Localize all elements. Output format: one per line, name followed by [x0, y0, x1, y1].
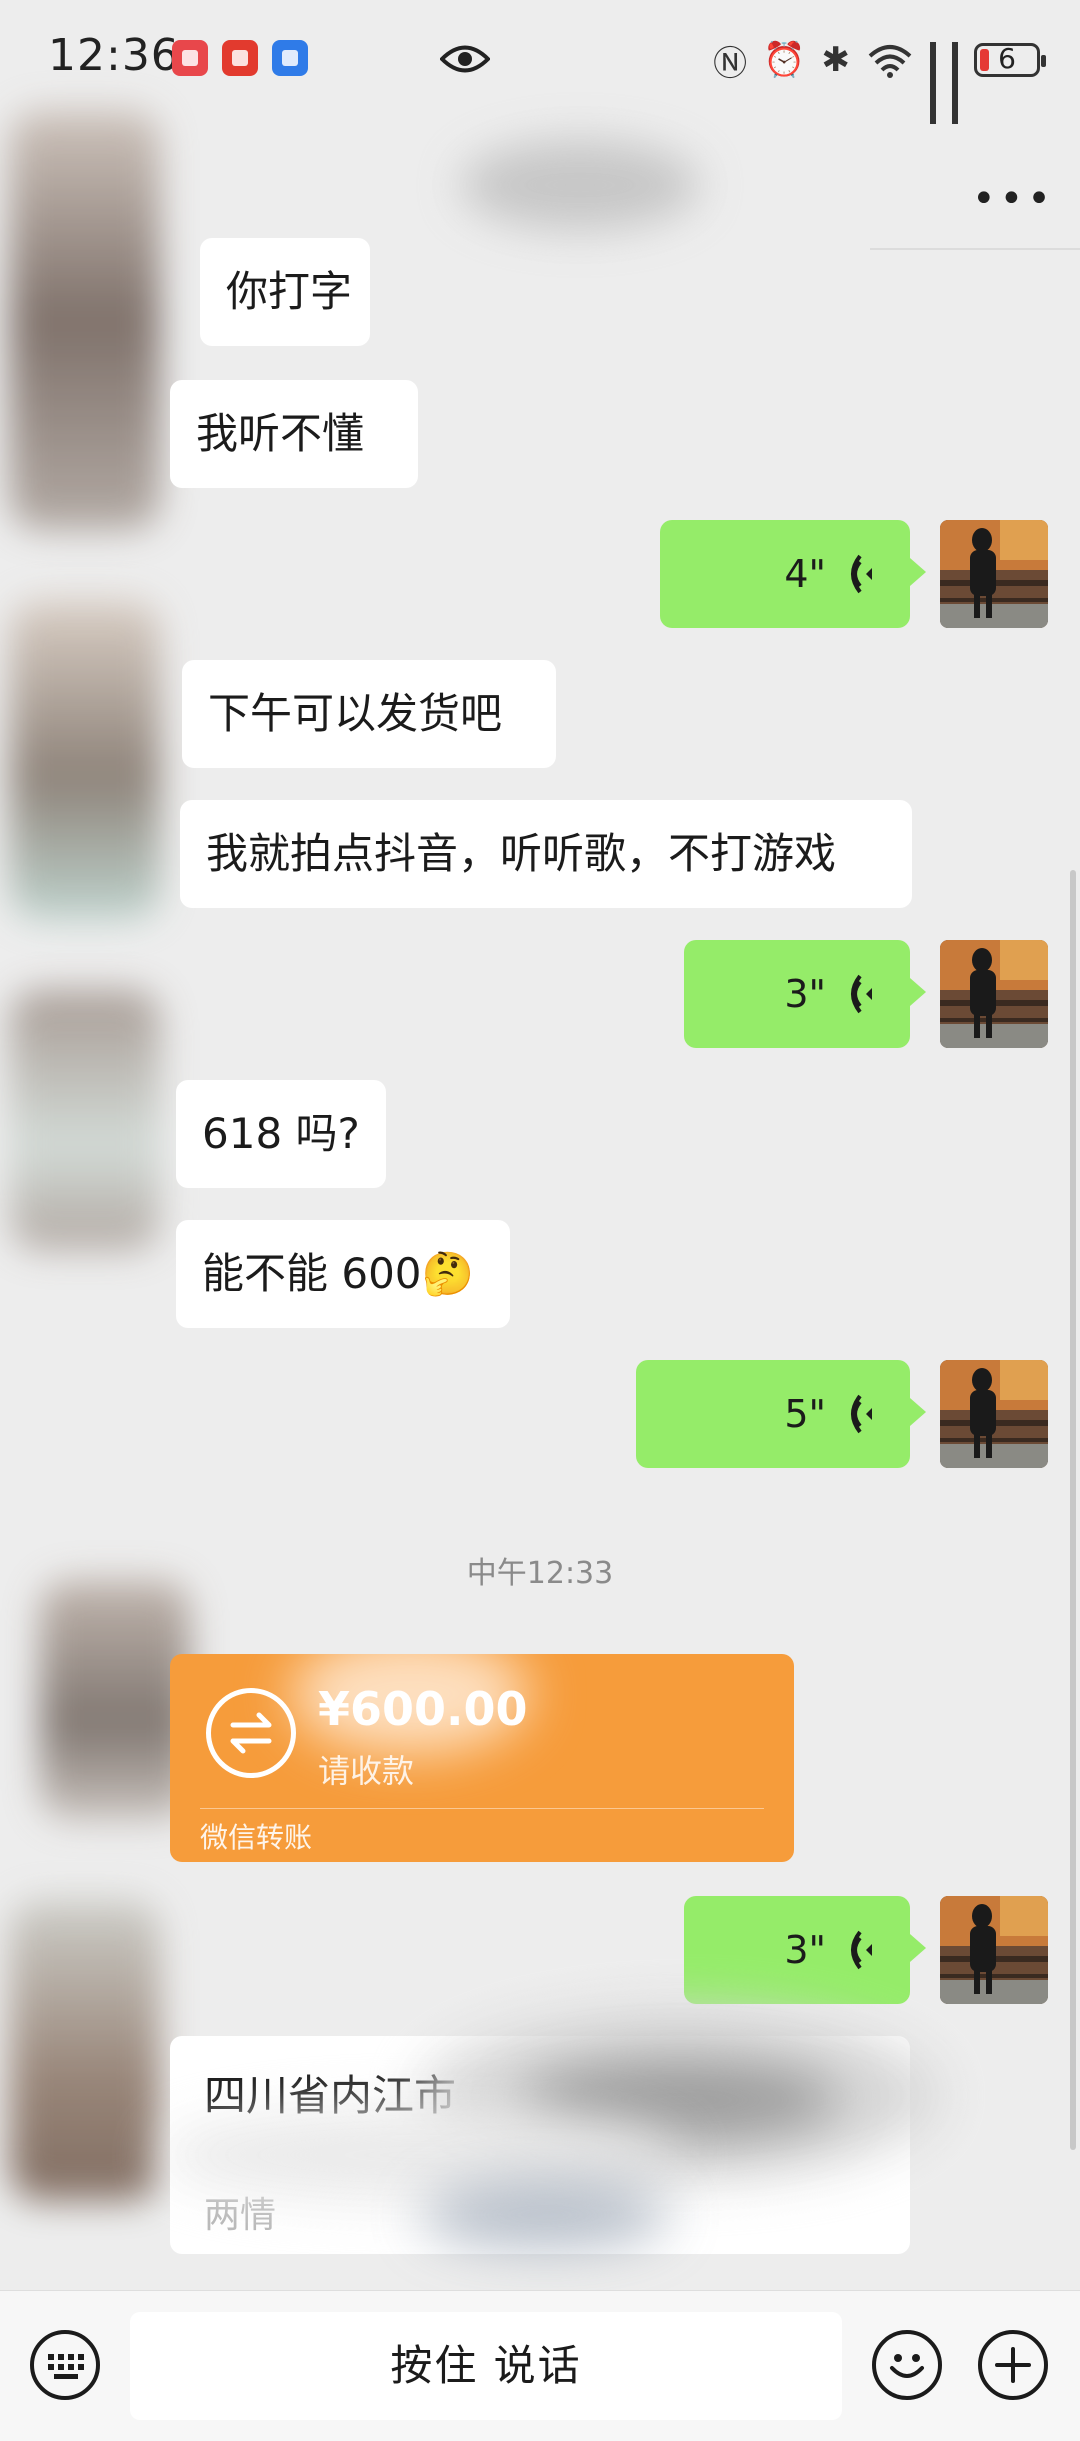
voice-message-bubble[interactable]: 3" — [684, 1896, 910, 2004]
message-timestamp: 中午12:33 — [466, 1556, 614, 1591]
my-avatar[interactable] — [940, 1360, 1048, 1468]
avatar[interactable] — [10, 1900, 160, 2200]
voice-message-bubble[interactable]: 5" — [636, 1360, 910, 1468]
transfer-brand-label: 微信转账 — [200, 1821, 313, 1854]
voice-wave-icon — [851, 554, 872, 594]
eye-icon — [440, 45, 490, 73]
battery-icon: 6 — [974, 42, 1046, 77]
voice-duration: 3" — [784, 1928, 826, 1972]
bubble-tail — [910, 1398, 926, 1426]
transfer-status: 请收款 — [318, 1752, 415, 1790]
incoming-message-bubble[interactable]: 我就拍点抖音，听听歌，不打游戏 — [180, 800, 912, 908]
wechat-transfer-card[interactable]: ¥600.00 请收款 微信转账 — [170, 1654, 794, 1862]
status-icons: Ⓝ ⏰ ✱ 6 — [713, 36, 1046, 124]
header-divider — [870, 248, 1080, 250]
address-text: 两情 — [204, 2195, 277, 2236]
incoming-message-bubble[interactable]: 能不能 600🤔 — [176, 1220, 510, 1328]
bubble-tail — [910, 978, 926, 1006]
chat-title-blurred — [460, 140, 700, 230]
avatar[interactable] — [10, 110, 160, 530]
add-icon[interactable] — [978, 2330, 1048, 2400]
my-avatar[interactable] — [940, 1896, 1048, 2004]
incoming-message-bubble[interactable]: 你打字 — [200, 238, 370, 346]
app-notification-icon — [172, 40, 208, 76]
status-bar: 12:36 Ⓝ ⏰ ✱ 6 — [0, 0, 1080, 124]
voice-wave-icon — [851, 974, 872, 1014]
bubble-tail — [910, 558, 926, 586]
incoming-message-bubble[interactable]: 我听不懂 — [170, 380, 418, 488]
emoji-icon[interactable] — [872, 2330, 942, 2400]
app-notification-icon — [222, 40, 258, 76]
incoming-message-bubble[interactable]: 618 吗? — [176, 1080, 386, 1188]
voice-message-bubble[interactable]: 4" — [660, 520, 910, 628]
voice-message-bubble[interactable]: 3" — [684, 940, 910, 1048]
avatar[interactable] — [10, 600, 160, 920]
avatar[interactable] — [40, 1580, 190, 1820]
hold-to-talk-button[interactable]: 按住 说话 — [130, 2312, 842, 2420]
alarm-icon: ⏰ — [763, 40, 806, 80]
signal-icon — [930, 42, 936, 124]
scrollbar[interactable] — [1070, 870, 1076, 2150]
voice-duration: 4" — [784, 552, 826, 596]
avatar[interactable] — [10, 990, 160, 1250]
voice-wave-icon — [851, 1930, 872, 1970]
voice-duration: 3" — [784, 972, 826, 1016]
voice-app-icon — [272, 40, 308, 76]
my-avatar[interactable] — [940, 520, 1048, 628]
transfer-icon — [206, 1688, 296, 1778]
bluetooth-icon: ✱ — [821, 40, 851, 80]
status-time: 12:36 — [48, 30, 180, 81]
voice-duration: 5" — [784, 1392, 826, 1436]
redaction-smear — [420, 2180, 670, 2250]
voice-wave-icon — [851, 1394, 872, 1434]
signal-icon — [952, 42, 958, 124]
nfc-icon: Ⓝ — [713, 43, 748, 84]
my-avatar[interactable] — [940, 940, 1048, 1048]
keyboard-icon[interactable] — [30, 2330, 100, 2400]
battery-level: 6 — [998, 42, 1016, 75]
more-options-icon[interactable]: ••• — [972, 176, 1055, 222]
transfer-amount: ¥600.00 — [318, 1682, 528, 1736]
bubble-tail — [910, 1934, 926, 1962]
wifi-icon — [868, 45, 912, 78]
incoming-message-bubble[interactable]: 下午可以发货吧 — [182, 660, 556, 768]
